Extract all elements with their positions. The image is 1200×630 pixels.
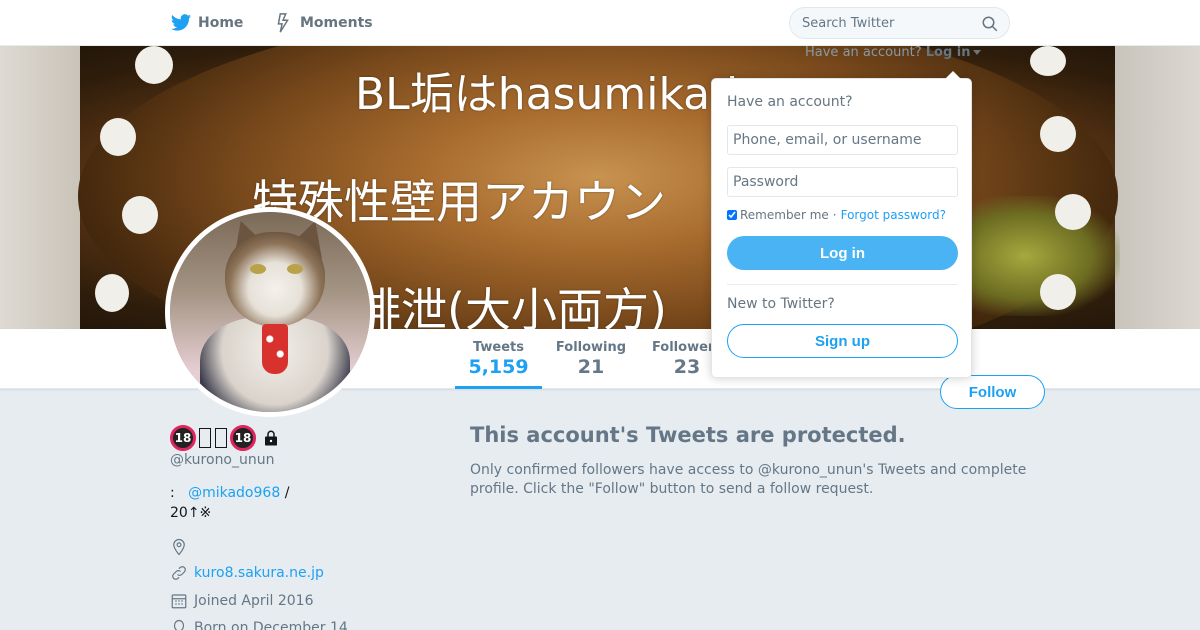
profile-name: 18 18 xyxy=(170,425,280,451)
cat-tie xyxy=(262,324,288,374)
banner-dot xyxy=(122,196,158,234)
separator-dot: · xyxy=(832,208,837,222)
birthday-row: Born on December 14 xyxy=(170,619,348,630)
login-link[interactable]: Log in xyxy=(926,45,971,60)
banner-dot xyxy=(1055,194,1091,230)
avatar[interactable] xyxy=(165,207,375,417)
cat-head xyxy=(225,232,325,327)
banner-dot xyxy=(95,274,129,312)
banner-plate-edge-right xyxy=(1115,46,1200,329)
search-box[interactable]: Search Twitter xyxy=(789,7,1010,39)
search-icon[interactable] xyxy=(981,15,999,33)
age-18-badge-icon: 18 xyxy=(170,425,196,451)
cat-eye xyxy=(287,264,303,274)
divider xyxy=(727,284,958,285)
nav-moments-label: Moments xyxy=(300,15,373,31)
lock-icon xyxy=(265,430,277,446)
remember-me-checkbox[interactable] xyxy=(727,210,737,220)
lightning-icon xyxy=(277,13,289,33)
protected-description: Only confirmed followers have access to … xyxy=(470,462,1027,497)
following-stat[interactable]: Following 21 xyxy=(551,340,631,378)
tweets-stat-label: Tweets xyxy=(472,340,525,355)
banner-text-line3: 排泄(大小両方) xyxy=(355,283,667,329)
banner-dot xyxy=(100,118,136,156)
signup-button[interactable]: Sign up xyxy=(727,324,958,358)
follow-button[interactable]: Follow xyxy=(940,375,1045,409)
website-link[interactable]: kuro8.sakura.ne.jp xyxy=(194,565,324,581)
cat-eye xyxy=(250,264,266,274)
location-row xyxy=(170,538,188,556)
website-row: kuro8.sakura.ne.jp xyxy=(170,564,324,582)
balloon-icon xyxy=(173,619,185,630)
banner-dot xyxy=(1040,116,1076,152)
calendar-icon xyxy=(171,594,187,609)
following-stat-label: Following xyxy=(555,340,627,355)
login-hint-prefix: Have an account? xyxy=(805,45,922,60)
banner-text-line1: BL垢はhasumikado xyxy=(355,69,765,120)
unrendered-glyph xyxy=(199,428,211,448)
nav-moments-link[interactable]: Moments xyxy=(272,12,373,34)
search-input[interactable]: Search Twitter xyxy=(802,16,894,31)
top-navigation: Home Moments Search Twitter xyxy=(0,0,1200,46)
login-hint: Have an account? Log in xyxy=(805,45,981,60)
new-to-twitter-heading: New to Twitter? xyxy=(727,296,835,312)
unrendered-glyph xyxy=(215,428,227,448)
nav-home-label: Home xyxy=(198,15,244,31)
joined-row: Joined April 2016 xyxy=(170,592,314,610)
bio-line-1: : @mikado968 / xyxy=(170,485,289,501)
caret-down-icon[interactable] xyxy=(972,50,981,55)
joined-date: Joined April 2016 xyxy=(194,593,314,609)
bio-line-2: 20↑※ xyxy=(170,505,212,521)
bio-mention-link[interactable]: @mikado968 xyxy=(188,485,280,501)
tweets-stat[interactable]: Tweets 5,159 xyxy=(455,340,542,378)
remember-row: Remember me · Forgot password? xyxy=(727,208,946,222)
login-dropdown: Have an account? Remember me · Forgot pa… xyxy=(711,71,972,378)
login-heading: Have an account? xyxy=(727,94,853,110)
location-pin-icon xyxy=(173,538,185,556)
twitter-bird-icon xyxy=(170,14,192,31)
remember-me-label[interactable]: Remember me xyxy=(740,208,829,222)
birthday-text: Born on December 14 xyxy=(194,620,348,630)
age-18-badge-icon: 18 xyxy=(230,425,256,451)
active-tab-indicator xyxy=(455,386,542,389)
banner-dot xyxy=(135,46,173,84)
banner-plate-edge-left xyxy=(0,46,80,329)
nav-home-link[interactable]: Home xyxy=(170,12,243,34)
bio-prefix: : xyxy=(170,485,175,501)
forgot-password-link[interactable]: Forgot password? xyxy=(841,208,946,222)
link-icon xyxy=(172,566,186,580)
password-field[interactable] xyxy=(727,167,958,197)
following-stat-value: 21 xyxy=(577,356,605,378)
banner-dot xyxy=(1040,274,1076,310)
username-field[interactable] xyxy=(727,125,958,155)
profile-handle[interactable]: @kurono_unun xyxy=(170,452,275,468)
protected-title: This account's Tweets are protected. xyxy=(470,423,906,447)
banner-dot xyxy=(1030,46,1066,76)
bio-suffix: / xyxy=(284,485,290,501)
login-button[interactable]: Log in xyxy=(727,236,958,270)
tweets-stat-value: 5,159 xyxy=(468,356,529,378)
